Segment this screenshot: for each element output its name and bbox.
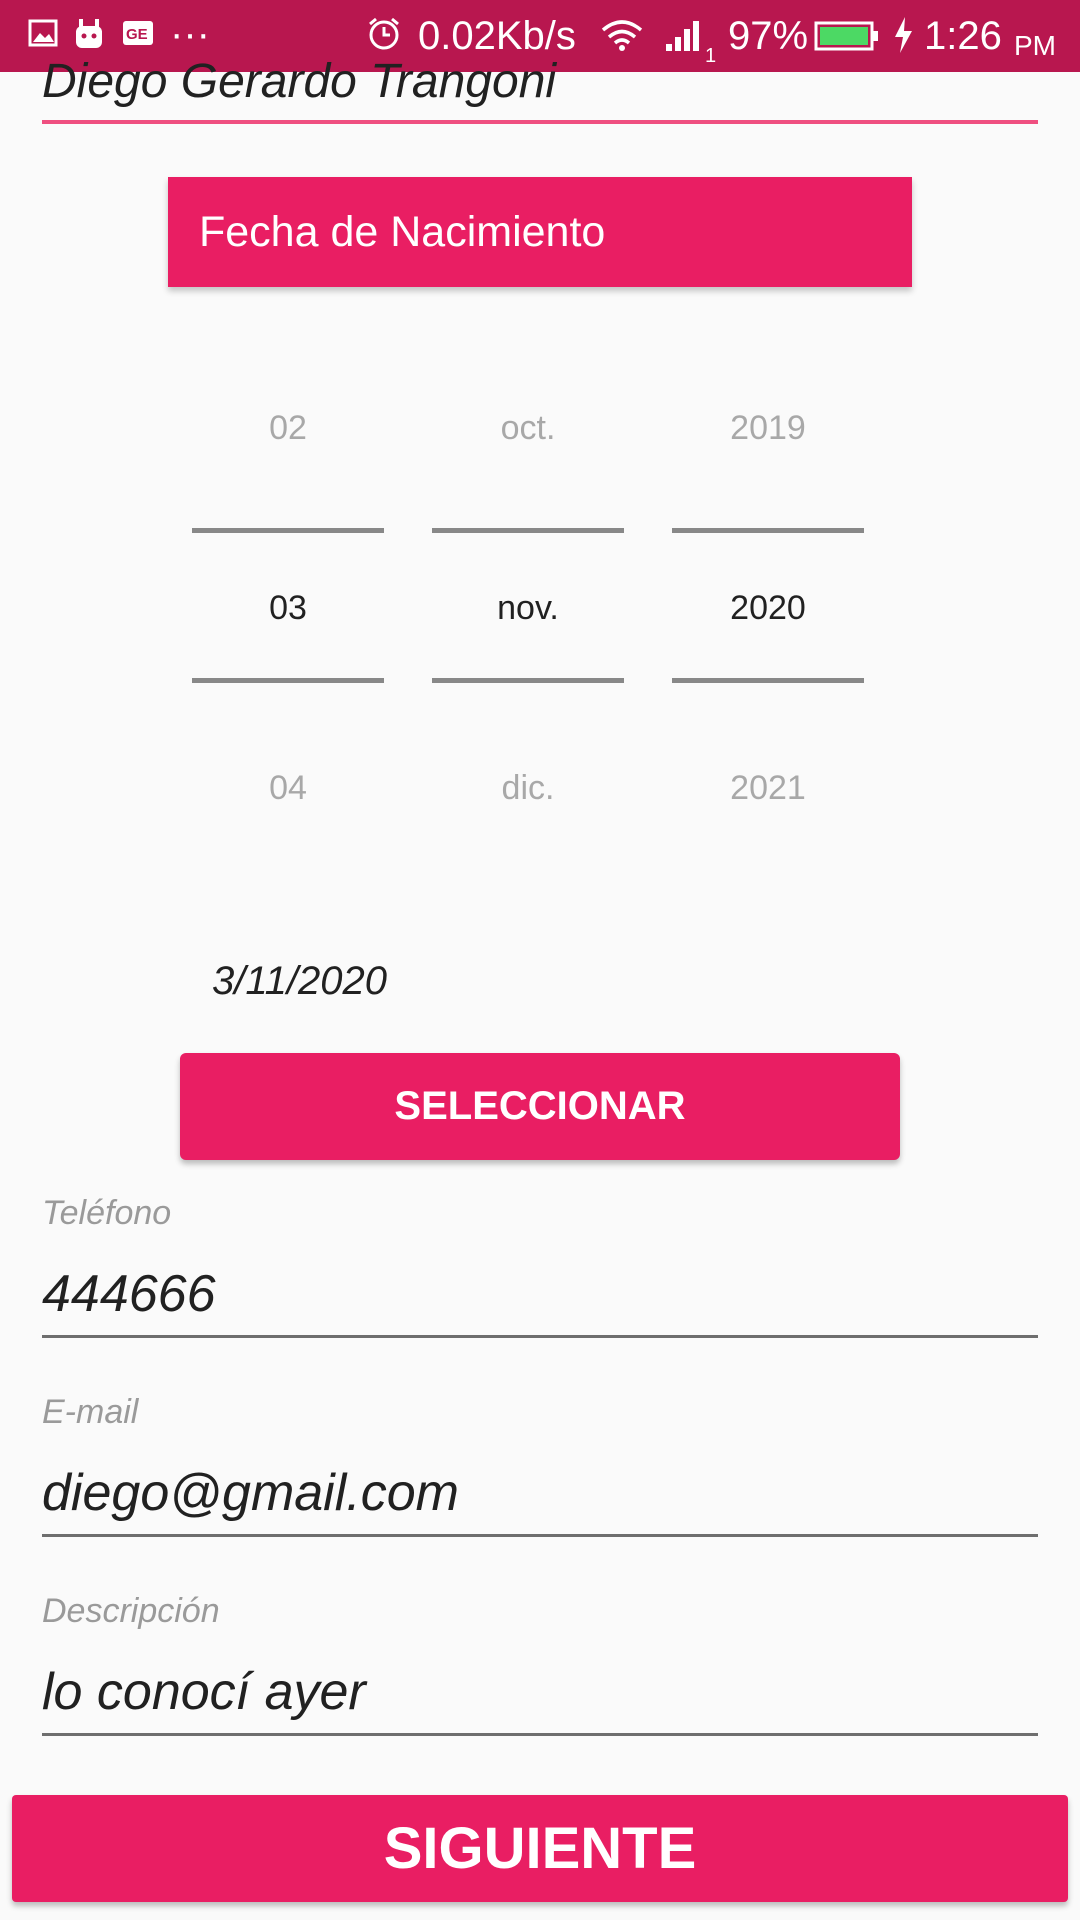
image-icon — [28, 18, 58, 53]
picker-divider — [432, 528, 624, 533]
select-date-button[interactable]: SELECCIONAR — [180, 1053, 900, 1160]
picker-divider — [672, 678, 864, 683]
clock-time: 1:26 — [924, 14, 1002, 58]
charging-icon — [892, 16, 914, 59]
signal-icon — [664, 20, 704, 57]
signal-sub-label: 1 — [705, 45, 717, 67]
picker-month-spinner[interactable]: nov. — [432, 586, 624, 630]
phone-label: Teléfono — [42, 1194, 172, 1232]
picker-divider — [432, 678, 624, 683]
more-icon: ··· — [170, 12, 210, 56]
next-button[interactable]: SIGUIENTE — [12, 1795, 1068, 1902]
alarm-icon — [366, 16, 402, 57]
picker-prev-year[interactable]: 2019 — [672, 406, 864, 450]
picker-prev-month[interactable]: oct. — [432, 406, 624, 450]
description-label: Descripción — [42, 1592, 220, 1630]
wifi-icon — [600, 18, 644, 57]
picker-next-year[interactable]: 2021 — [672, 766, 864, 810]
description-field-underline — [42, 1733, 1038, 1736]
picker-day-spinner[interactable]: 03 — [192, 586, 384, 630]
name-field-underline — [42, 120, 1038, 124]
picker-divider — [192, 678, 384, 683]
picker-next-month[interactable]: dic. — [432, 766, 624, 810]
picker-prev-day[interactable]: 02 — [192, 406, 384, 450]
picker-next-day[interactable]: 04 — [192, 766, 384, 810]
battery-icon — [814, 20, 880, 57]
dob-header: Fecha de Nacimiento — [168, 177, 912, 287]
email-field[interactable]: diego@gmail.com — [42, 1463, 459, 1523]
phone-field-underline — [42, 1335, 1038, 1338]
selected-date-text: 3/11/2020 — [212, 959, 387, 1003]
picker-divider — [192, 528, 384, 533]
dob-header-label: Fecha de Nacimiento — [199, 208, 606, 256]
battery-percent: 97% — [728, 14, 809, 58]
email-label: E-mail — [42, 1393, 139, 1431]
ge-icon: GE — [122, 18, 154, 53]
phone-field[interactable]: 444666 — [42, 1264, 216, 1324]
clock-ampm: PM — [1014, 30, 1056, 61]
description-field[interactable]: lo conocí ayer — [42, 1662, 366, 1722]
name-field[interactable]: Diego Gerardo Trangoni — [42, 52, 556, 112]
svg-text:GE: GE — [126, 26, 148, 43]
picker-divider — [672, 528, 864, 533]
picker-year-spinner[interactable]: 2020 — [672, 586, 864, 630]
email-field-underline — [42, 1534, 1038, 1537]
